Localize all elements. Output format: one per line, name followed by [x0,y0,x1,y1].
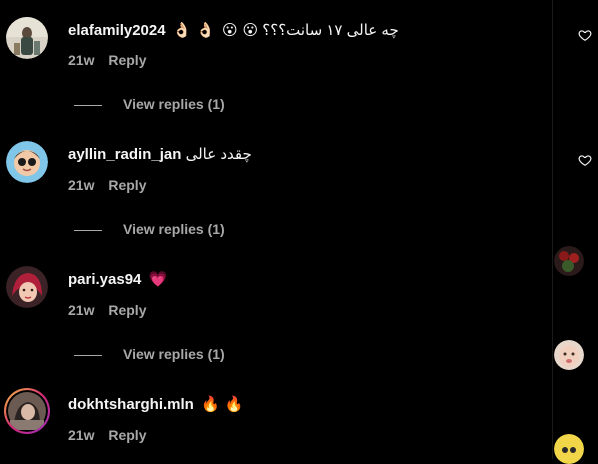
avatar-image [554,340,584,370]
comment-username[interactable]: pari.yas94 [68,271,141,288]
avatar-image [554,246,584,276]
comment-text-line: ayllin_radin_jan چقدد عالی [68,145,252,165]
surprised-emoji: 😮 😮 [222,21,259,39]
heart-outline-icon[interactable] [578,153,592,167]
comment-time: 21w [68,177,95,193]
replies-divider [74,104,102,106]
reply-button[interactable]: Reply [108,427,146,443]
view-replies-label: View replies (1) [123,221,225,237]
comment-time: 21w [68,52,95,68]
avatar[interactable] [6,266,48,308]
comment-time: 21w [68,427,95,443]
reply-button[interactable]: Reply [108,52,146,68]
comment-body: چقدد عالی [185,146,252,163]
reply-button[interactable]: Reply [108,302,146,318]
avatar-image [6,390,48,432]
comment-meta: 21w Reply [68,51,156,69]
comment-username[interactable]: dokhtsharghi.mln [68,396,194,413]
avatar-story-ring[interactable] [4,388,50,434]
view-replies-button[interactable]: View replies (1) [74,345,225,363]
reply-button[interactable]: Reply [108,177,146,193]
heart-outline-icon[interactable] [578,28,592,42]
avatar-image [6,266,48,308]
avatar-image [6,141,48,183]
view-replies-button[interactable]: View replies (1) [74,95,225,113]
comment-text-line: elafamily2024 👌🏻 👌🏻 😮 😮 چه عالی ۱۷ سانت؟… [68,20,399,41]
avatar[interactable] [6,141,48,183]
comment-username[interactable]: elafamily2024 [68,22,166,39]
view-replies-label: View replies (1) [123,346,225,362]
side-avatar[interactable] [554,246,584,276]
ok-hand-emoji: 👌🏻 👌🏻 [172,21,215,39]
side-avatar[interactable] [554,434,584,464]
replies-divider [74,229,102,231]
comment-meta: 21w Reply [68,176,156,194]
comment-body: چه عالی ۱۷ سانت؟؟؟ [262,22,399,39]
comment-meta: 21w Reply [68,301,156,319]
side-strip [552,0,598,459]
comment-time: 21w [68,302,95,318]
comment-meta: 21w Reply [68,426,156,444]
pink-heart-emoji: 💗 [148,270,168,288]
comment-text-line: pari.yas94 💗 [68,269,167,290]
avatar[interactable] [6,17,48,59]
view-replies-button[interactable]: View replies (1) [74,220,225,238]
comment-text-line: dokhtsharghi.mln 🔥 🔥 [68,394,243,415]
avatar-image [6,17,48,59]
comment-username[interactable]: ayllin_radin_jan [68,146,181,163]
fire-emoji: 🔥 🔥 [201,395,244,413]
replies-divider [74,354,102,356]
side-avatar[interactable] [554,340,584,370]
avatar-image [554,434,584,464]
view-replies-label: View replies (1) [123,96,225,112]
